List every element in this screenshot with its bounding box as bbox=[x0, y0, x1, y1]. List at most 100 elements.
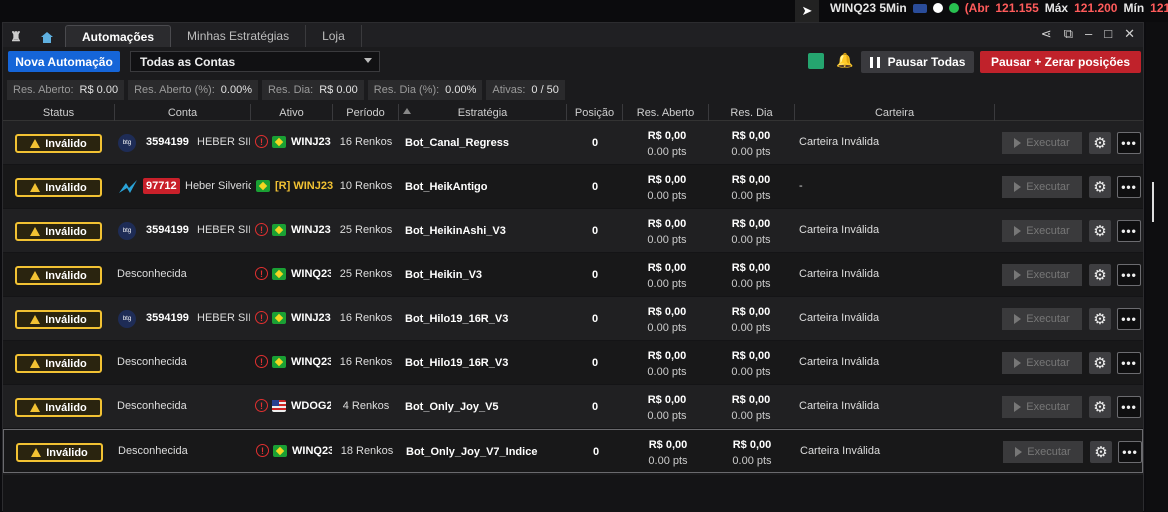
gear-icon[interactable]: ⚙ bbox=[1089, 264, 1111, 286]
status-badge[interactable]: Inválido bbox=[15, 222, 102, 241]
periodo-value: 25 Renkos bbox=[339, 224, 393, 236]
table-row[interactable]: Inválido btg 3594199 HEBER SILVERIO! WINJ23 1… bbox=[3, 121, 1143, 165]
account-select[interactable]: Todas as Contas bbox=[130, 51, 380, 72]
bell-icon[interactable]: 🔔 bbox=[836, 52, 853, 69]
more-options-icon[interactable]: ••• bbox=[1117, 308, 1141, 330]
more-options-icon[interactable]: ••• bbox=[1117, 396, 1141, 418]
ativo-symbol: WDOG23 bbox=[291, 400, 331, 412]
status-badge[interactable]: Inválido bbox=[15, 266, 102, 285]
status-badge[interactable]: Inválido bbox=[15, 354, 102, 373]
tab-automacoes[interactable]: Automações bbox=[65, 25, 172, 47]
maximize-icon[interactable]: □ bbox=[1104, 26, 1112, 42]
periodo-value: 16 Renkos bbox=[339, 136, 393, 148]
carteira-value: - bbox=[799, 180, 803, 192]
res-dia-pts: 0.00 pts bbox=[731, 322, 771, 334]
res-dia-cell: R$ 0,00 0.00 pts bbox=[716, 304, 786, 336]
pausar-todas-button[interactable]: Pausar Todas bbox=[861, 51, 974, 73]
account-name: HEBER SILVERIO bbox=[197, 224, 250, 236]
estrategia-name: Bot_HeikAntigo bbox=[405, 181, 488, 193]
brazil-flag-icon bbox=[256, 180, 270, 192]
close-icon[interactable]: ✕ bbox=[1124, 26, 1135, 42]
more-options-icon[interactable]: ••• bbox=[1117, 352, 1141, 374]
posicao-value: 0 bbox=[591, 357, 599, 369]
tab-loja[interactable]: Loja bbox=[306, 25, 362, 47]
status-badge[interactable]: Inválido bbox=[15, 310, 102, 329]
pausar-todas-label: Pausar Todas bbox=[887, 55, 966, 69]
col-res-aberto[interactable]: Res. Aberto bbox=[623, 104, 709, 121]
gear-icon[interactable]: ⚙ bbox=[1089, 176, 1111, 198]
periodo-value: 4 Renkos bbox=[342, 400, 390, 412]
estrategia-name: Bot_Only_Joy_V7_Indice bbox=[406, 446, 538, 458]
executar-button[interactable]: Executar bbox=[1002, 352, 1082, 374]
executar-button[interactable]: Executar bbox=[1002, 264, 1082, 286]
table-row[interactable]: Inválido btg 3594199 HEBER SILVERIO! WINJ23 2… bbox=[3, 209, 1143, 253]
account-id: 3594199 bbox=[146, 136, 189, 148]
status-badge[interactable]: Inválido bbox=[15, 178, 102, 197]
tab-minhas-estrategias[interactable]: Minhas Estratégias bbox=[171, 25, 307, 47]
executar-button[interactable]: Executar bbox=[1002, 132, 1082, 154]
col-estrategia[interactable]: Estratégia bbox=[399, 104, 567, 121]
status-label: Inválido bbox=[46, 446, 88, 459]
executar-label: Executar bbox=[1026, 137, 1070, 149]
home-icon[interactable] bbox=[29, 27, 65, 47]
gear-icon[interactable]: ⚙ bbox=[1089, 352, 1111, 374]
more-options-icon[interactable]: ••• bbox=[1117, 220, 1141, 242]
brazil-flag-icon bbox=[272, 356, 286, 368]
nova-automacao-button[interactable]: Nova Automação bbox=[8, 51, 120, 72]
col-status[interactable]: Status bbox=[3, 104, 115, 121]
status-label: Inválido bbox=[45, 313, 87, 326]
executar-button[interactable]: Executar bbox=[1002, 396, 1082, 418]
executar-button[interactable]: Executar bbox=[1002, 308, 1082, 330]
res-dia-money: R$ 0,00 bbox=[732, 439, 772, 451]
summary-res-aberto: Res. Aberto: R$ 0.00 bbox=[7, 80, 125, 100]
status-badge[interactable]: Inválido bbox=[15, 134, 102, 153]
table-row[interactable]: Inválido Desconhecida! WINQ23 16 Renkos Bot_… bbox=[3, 341, 1143, 385]
status-badge[interactable]: Inválido bbox=[15, 398, 102, 417]
summary-label: Res. Aberto (%): bbox=[134, 84, 215, 96]
gear-icon[interactable]: ⚙ bbox=[1089, 132, 1111, 154]
share-icon[interactable]: ⋖ bbox=[1041, 26, 1052, 42]
col-carteira[interactable]: Carteira bbox=[795, 104, 995, 121]
table-row[interactable]: Inválido btg 3594199 HEBER SILVERIO! WINJ23 1… bbox=[3, 297, 1143, 341]
res-dia-pts: 0.00 pts bbox=[731, 410, 771, 422]
gear-icon[interactable]: ⚙ bbox=[1089, 396, 1111, 418]
carteira-value: Carteira Inválida bbox=[800, 445, 881, 457]
posicao-value: 0 bbox=[591, 225, 599, 237]
nelogica-broker-icon bbox=[119, 180, 137, 193]
col-periodo[interactable]: Período bbox=[333, 104, 399, 121]
col-ativo[interactable]: Ativo bbox=[251, 104, 333, 121]
executar-button[interactable]: Executar bbox=[1003, 441, 1083, 463]
more-options-icon[interactable]: ••• bbox=[1117, 132, 1141, 154]
gear-icon[interactable]: ⚙ bbox=[1089, 308, 1111, 330]
pausar-zerar-button[interactable]: Pausar + Zerar posições bbox=[980, 51, 1141, 73]
executar-button[interactable]: Executar bbox=[1002, 176, 1082, 198]
table-row[interactable]: Inválido Desconhecida! WINQ23 18 Renkos Bot_… bbox=[3, 429, 1143, 473]
minimize-icon[interactable]: – bbox=[1085, 26, 1092, 42]
play-icon bbox=[1014, 402, 1022, 412]
ticker-min-label: Mín bbox=[1123, 1, 1145, 15]
table-row[interactable]: Inválido Desconhecida! WDOG23 4 Renkos Bot_O… bbox=[3, 385, 1143, 429]
more-options-icon[interactable]: ••• bbox=[1118, 441, 1142, 463]
col-conta[interactable]: Conta bbox=[115, 104, 251, 121]
col-posicao[interactable]: Posição bbox=[567, 104, 623, 121]
table-row[interactable]: Inválido 97712 Heber Silverio [R] WINJ23 10 … bbox=[3, 165, 1143, 209]
minus-circle-icon[interactable] bbox=[932, 3, 943, 13]
error-icon: ! bbox=[255, 135, 268, 148]
export-icon[interactable] bbox=[808, 53, 824, 69]
carteira-value: Carteira Inválida bbox=[799, 356, 880, 368]
app-logo-icon[interactable]: ♜ bbox=[3, 27, 29, 47]
ticker-abr-value: 121.155 bbox=[995, 1, 1039, 15]
executar-button[interactable]: Executar bbox=[1002, 220, 1082, 242]
toolbar: Nova Automação Todas as Contas 🔔 Pausar … bbox=[3, 49, 1143, 75]
summary-label: Ativas: bbox=[492, 84, 526, 96]
table-row[interactable]: Inválido Desconhecida! WINQ23 25 Renkos Bot_… bbox=[3, 253, 1143, 297]
more-options-icon[interactable]: ••• bbox=[1117, 176, 1141, 198]
popout-icon[interactable]: ⧉ bbox=[1064, 26, 1073, 42]
status-badge[interactable]: Inválido bbox=[16, 443, 103, 462]
gear-icon[interactable]: ⚙ bbox=[1090, 441, 1112, 463]
more-options-icon[interactable]: ••• bbox=[1117, 264, 1141, 286]
gear-icon[interactable]: ⚙ bbox=[1089, 220, 1111, 242]
summary-res-dia: Res. Dia: R$ 0.00 bbox=[261, 80, 364, 100]
status-label: Inválido bbox=[45, 269, 87, 282]
col-res-dia[interactable]: Res. Dia bbox=[709, 104, 795, 121]
